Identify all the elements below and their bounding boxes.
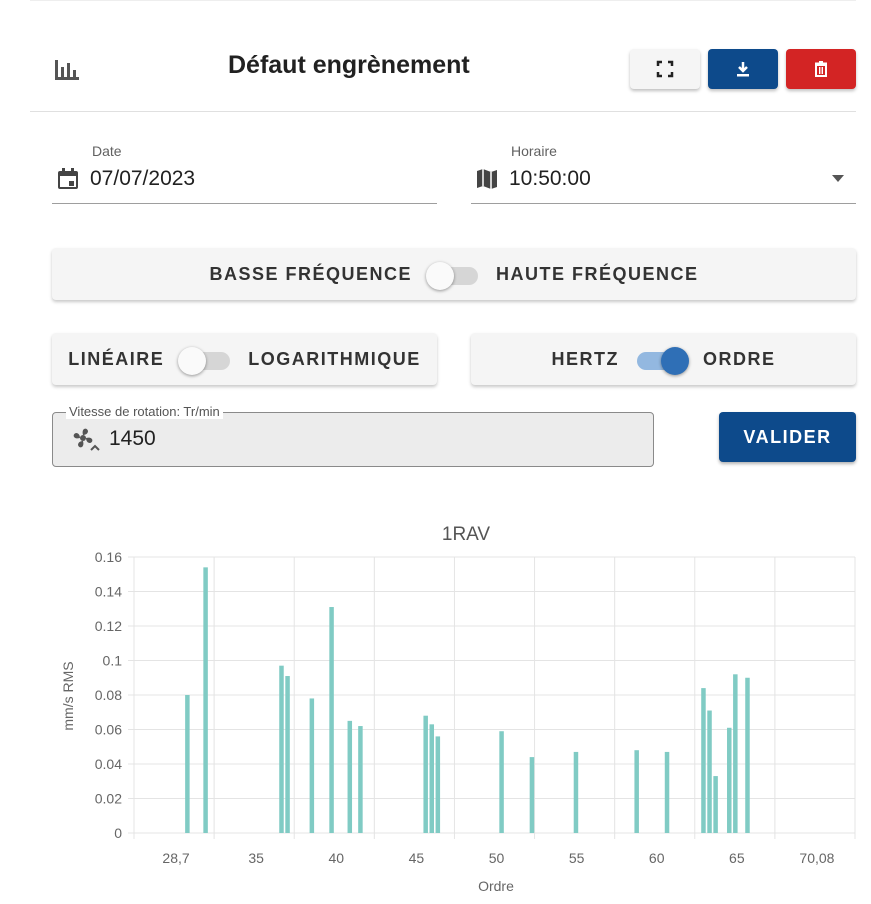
trash-icon <box>815 61 827 77</box>
bar[interactable] <box>279 665 284 833</box>
chevron-down-icon[interactable] <box>832 175 844 183</box>
y-tick-label: 0.06 <box>95 722 122 738</box>
fullscreen-button[interactable] <box>630 49 700 89</box>
bar[interactable] <box>707 710 712 833</box>
y-tick-label: 0.14 <box>95 584 122 600</box>
x-tick-label: 50 <box>489 850 505 866</box>
validate-button[interactable]: VALIDER <box>719 412 856 462</box>
card-header: Défaut engrènement <box>30 0 856 112</box>
y-tick-label: 0.16 <box>95 549 122 565</box>
x-tick-label: 28,7 <box>162 850 189 866</box>
bar[interactable] <box>529 757 535 833</box>
scale-toggle-bar: LINÉAIRE LOGARITHMIQUE <box>52 333 437 385</box>
y-tick-label: 0.04 <box>95 756 122 772</box>
frequency-toggle-bar: BASSE FRÉQUENCE HAUTE FRÉQUENCE <box>52 248 856 300</box>
calendar-icon <box>58 168 78 189</box>
y-tick-label: 0.12 <box>95 618 122 634</box>
bar[interactable] <box>285 676 290 833</box>
time-value: 10:50:00 <box>509 167 591 190</box>
bar[interactable] <box>634 750 639 833</box>
delete-button[interactable] <box>786 49 856 89</box>
spectrum-chart: 1RAV 28,7 35 40 45 50 55 60 65 70,08 0 0.02 0.04 0.… <box>60 524 856 894</box>
date-field[interactable]: Date 07/07/2023 <box>52 143 437 204</box>
bar[interactable] <box>727 727 732 833</box>
x-tick-label: 65 <box>729 850 745 866</box>
x-tick-label: 70,08 <box>799 850 834 866</box>
x-axis-label: Ordre <box>478 878 514 894</box>
page-title: Défaut engrènement <box>228 51 470 79</box>
bar-chart-icon <box>55 60 79 80</box>
logarithmic-label: LOGARITHMIQUE <box>248 348 421 369</box>
bar[interactable] <box>423 715 428 833</box>
scale-switch[interactable] <box>178 346 234 375</box>
date-value: 07/07/2023 <box>90 167 196 190</box>
fullscreen-icon <box>656 60 674 78</box>
chart-title: 1RAV <box>442 524 491 545</box>
rotation-speed-label: Vitesse de rotation: Tr/min <box>66 405 223 419</box>
unit-toggle-bar: HERTZ ORDRE <box>471 333 856 385</box>
bar[interactable] <box>713 776 718 833</box>
x-tick-label: 55 <box>569 850 585 866</box>
bar[interactable] <box>701 688 706 833</box>
bar[interactable] <box>733 674 738 833</box>
hertz-label: HERTZ <box>551 348 619 369</box>
y-tick-label: 0 <box>114 825 122 841</box>
date-label: Date <box>92 143 122 159</box>
y-tick-label: 0.02 <box>95 791 122 807</box>
download-button[interactable] <box>708 49 778 89</box>
bar[interactable] <box>329 607 334 833</box>
order-label: ORDRE <box>702 348 776 369</box>
high-frequency-label: HAUTE FRÉQUENCE <box>496 263 699 284</box>
time-label: Horaire <box>511 143 557 159</box>
unit-switch[interactable] <box>633 346 689 375</box>
bar[interactable] <box>347 720 353 833</box>
x-tick-label: 40 <box>328 850 344 866</box>
x-tick-label: 45 <box>409 850 425 866</box>
fan-icon <box>73 428 100 451</box>
rotation-speed-value: 1450 <box>109 427 156 450</box>
time-select[interactable]: Horaire 10:50:00 <box>471 143 856 204</box>
y-tick-label: 0.1 <box>103 653 123 669</box>
bar[interactable] <box>358 726 363 833</box>
bar[interactable] <box>664 751 670 833</box>
frequency-switch[interactable] <box>426 261 482 290</box>
bar[interactable] <box>185 695 190 833</box>
linear-label: LINÉAIRE <box>68 348 165 369</box>
y-axis-label: mm/s RMS <box>60 661 76 730</box>
rotation-speed-input[interactable]: Vitesse de rotation: Tr/min 1450 <box>52 405 654 467</box>
low-frequency-label: BASSE FRÉQUENCE <box>209 263 412 284</box>
bar[interactable] <box>745 677 750 833</box>
x-tick-label: 35 <box>248 850 264 866</box>
bar[interactable] <box>309 698 315 833</box>
bar[interactable] <box>573 751 579 833</box>
map-icon <box>477 169 497 189</box>
bar[interactable] <box>203 567 208 833</box>
download-icon <box>737 62 749 77</box>
y-tick-label: 0.08 <box>95 687 122 703</box>
x-tick-label: 60 <box>649 850 665 866</box>
bar[interactable] <box>435 736 441 833</box>
bar[interactable] <box>499 731 504 833</box>
bar[interactable] <box>429 724 435 833</box>
